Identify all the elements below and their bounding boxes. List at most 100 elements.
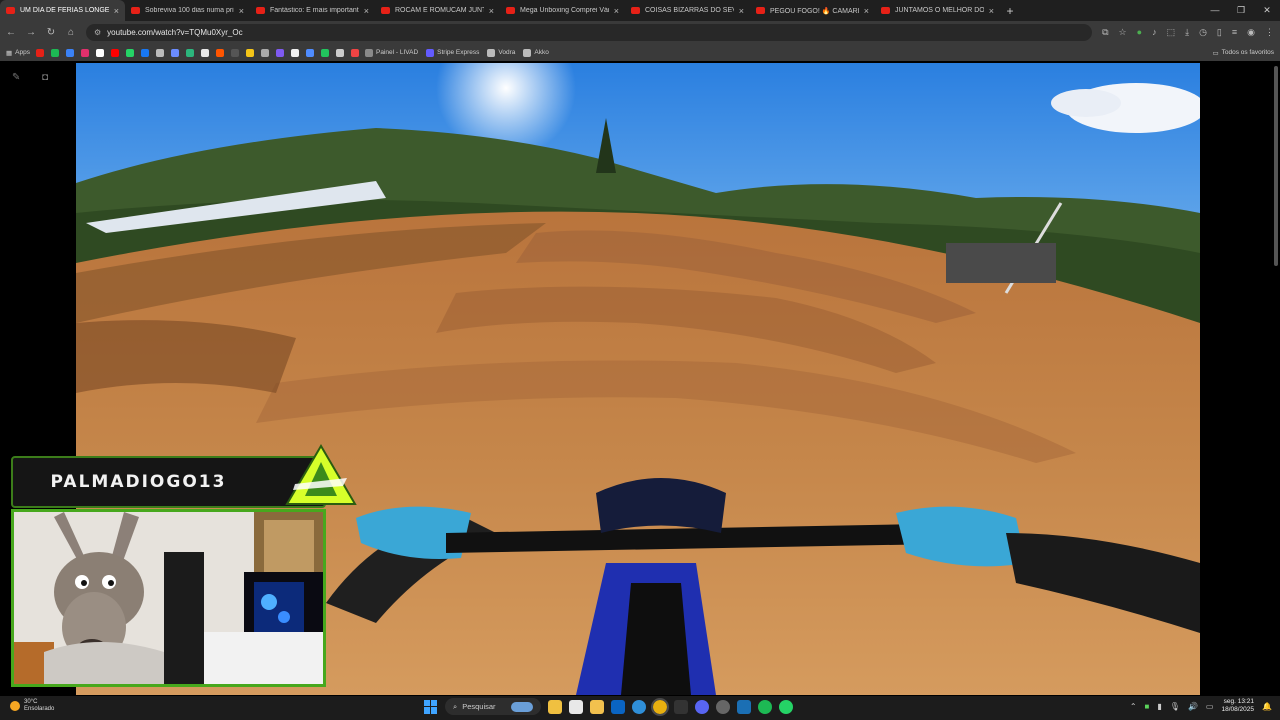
bookmark-favicon-icon[interactable] bbox=[50, 48, 59, 57]
weather-temp: 30°C bbox=[24, 699, 38, 705]
usb-icon[interactable]: ▮ bbox=[1157, 702, 1161, 711]
minimize-icon[interactable]: — bbox=[1202, 0, 1228, 21]
bookmark-item[interactable]: Stripe Express bbox=[426, 48, 479, 57]
close-icon[interactable]: ✕ bbox=[1254, 0, 1280, 21]
youtube-icon bbox=[131, 7, 140, 14]
bookmark-favicon-icon[interactable] bbox=[155, 48, 164, 57]
tab-close-icon[interactable]: × bbox=[489, 6, 494, 16]
clock[interactable]: seg. 13:21 18/08/2025 bbox=[1221, 698, 1254, 714]
reload-icon[interactable]: ↻ bbox=[46, 27, 56, 38]
magic-wand-icon[interactable]: ✎ bbox=[12, 72, 20, 83]
browser-tab[interactable]: Fantástico: É mais importante × bbox=[250, 0, 375, 21]
forward-icon[interactable]: → bbox=[26, 27, 36, 38]
all-favorites-bookmark[interactable]: ▭ Todos os favoritos bbox=[1212, 49, 1274, 57]
install-app-icon[interactable]: ⧉ bbox=[1102, 27, 1108, 38]
bookmark-favicon-icon[interactable] bbox=[275, 48, 284, 57]
extensions-icon[interactable]: ⬚ bbox=[1167, 27, 1176, 38]
browser-tab[interactable]: COISAS BIZARRAS DO SEVEN E × bbox=[625, 0, 750, 21]
discord-icon[interactable] bbox=[695, 699, 709, 714]
obs-icon[interactable] bbox=[716, 699, 730, 714]
browser-tab[interactable]: Mega Unboxing Comprei Vários × bbox=[500, 0, 625, 21]
tab-close-icon[interactable]: × bbox=[364, 6, 369, 16]
bookmark-favicon-icon[interactable] bbox=[230, 48, 239, 57]
site-info-icon[interactable]: ⚙ bbox=[94, 28, 101, 37]
file-explorer-icon[interactable] bbox=[590, 699, 604, 714]
bookmark-favicon-icon[interactable] bbox=[245, 48, 254, 57]
edge-icon[interactable] bbox=[632, 699, 646, 714]
split-icon[interactable]: ▯ bbox=[1217, 27, 1222, 38]
bookmark-favicon-icon[interactable] bbox=[110, 48, 119, 57]
whatsapp-icon[interactable] bbox=[779, 699, 793, 714]
bookmark-favicon-icon[interactable] bbox=[320, 48, 329, 57]
bookmark-favicon-icon[interactable] bbox=[80, 48, 89, 57]
bookmark-favicon-icon[interactable] bbox=[65, 48, 74, 57]
mic-icon[interactable]: 🎙 bbox=[1170, 702, 1180, 711]
bookmark-favicon-icon[interactable] bbox=[170, 48, 179, 57]
bookmark-favicon-icon[interactable] bbox=[290, 48, 299, 57]
grid-icon: ▦ bbox=[6, 49, 13, 57]
youtube-icon bbox=[506, 7, 515, 14]
outlook-icon[interactable] bbox=[611, 699, 625, 714]
browser-tab[interactable]: PEGOU FOGO! 🔥 CAMARIM × bbox=[750, 0, 875, 21]
bookmark-favicon-icon[interactable] bbox=[305, 48, 314, 57]
bookmark-favicon-icon[interactable] bbox=[215, 48, 224, 57]
chevron-up-icon[interactable]: ⌃ bbox=[1130, 702, 1137, 711]
tab-close-icon[interactable]: × bbox=[989, 6, 994, 16]
steam-icon[interactable] bbox=[737, 699, 751, 714]
apps-bookmark[interactable]: ▦ Apps bbox=[6, 49, 30, 57]
search-icon: ⌕ bbox=[453, 701, 458, 711]
reader-icon[interactable]: ≡ bbox=[1232, 27, 1237, 38]
downloads-icon[interactable]: ⤓ bbox=[1185, 27, 1189, 38]
browser-tab[interactable]: JUNTAMOS O MELHOR DO BO × bbox=[875, 0, 1000, 21]
taskbar-search[interactable]: ⌕ Pesquisar bbox=[445, 698, 541, 715]
maximize-icon[interactable]: ❐ bbox=[1228, 0, 1254, 21]
tray-app-icon[interactable]: ■ bbox=[1145, 702, 1150, 711]
bookmark-favicon-icon[interactable] bbox=[185, 48, 194, 57]
notification-icon[interactable]: 🔔 bbox=[1262, 702, 1272, 711]
new-tab-button[interactable]: + bbox=[1000, 4, 1020, 18]
weather-widget[interactable]: 30°C Ensolarado bbox=[10, 699, 54, 713]
browser-tab[interactable]: ROCAM E ROMUCAM JUNTAS × bbox=[375, 0, 500, 21]
bookmark-favicon-icon[interactable] bbox=[200, 48, 209, 57]
tab-close-icon[interactable]: × bbox=[864, 6, 869, 16]
capcut-icon[interactable] bbox=[674, 699, 688, 714]
tab-close-icon[interactable]: × bbox=[114, 6, 119, 16]
bookmark-favicon-icon[interactable] bbox=[35, 48, 44, 57]
bookmark-item[interactable]: Akko bbox=[523, 48, 549, 57]
bookmark-favicon-icon[interactable] bbox=[260, 48, 269, 57]
profile-avatar[interactable]: ◉ bbox=[1247, 27, 1255, 38]
tab-close-icon[interactable]: × bbox=[739, 6, 744, 16]
tab-title: PEGOU FOGO! 🔥 CAMARIM bbox=[770, 7, 859, 15]
volume-icon[interactable]: 🔊 bbox=[1188, 702, 1198, 711]
widgets-icon[interactable] bbox=[548, 699, 562, 714]
bookmark-favicon-icon[interactable] bbox=[95, 48, 104, 57]
task-view-icon[interactable] bbox=[569, 699, 583, 714]
start-button[interactable] bbox=[424, 699, 438, 714]
browser-tab[interactable]: UM DIA DE FERIAS LONGE × bbox=[0, 0, 125, 21]
history-icon[interactable]: ◷ bbox=[1199, 27, 1207, 38]
address-bar[interactable]: ⚙ youtube.com/watch?v=TQMu0Xyr_Oc bbox=[86, 24, 1093, 41]
search-highlight-icon bbox=[511, 701, 533, 712]
bookmark-favicon-icon[interactable] bbox=[125, 48, 134, 57]
bookmark-star-icon[interactable]: ☆ bbox=[1119, 27, 1127, 38]
menu-icon[interactable]: ⋮ bbox=[1265, 27, 1274, 38]
home-icon[interactable]: ⌂ bbox=[66, 27, 76, 38]
scrollbar[interactable] bbox=[1274, 66, 1278, 266]
bookmark-favicon-icon[interactable] bbox=[140, 48, 149, 57]
bookmark-favicon-icon[interactable] bbox=[335, 48, 344, 57]
extension-green-icon[interactable]: ● bbox=[1137, 27, 1142, 38]
tab-close-icon[interactable]: × bbox=[614, 6, 619, 16]
browser-tab[interactable]: Sobreviva 100 dias numa prisão × bbox=[125, 0, 250, 21]
bookmark-item[interactable]: Painel - LIVAD bbox=[364, 48, 418, 57]
chrome-icon[interactable] bbox=[651, 697, 669, 716]
tab-close-icon[interactable]: × bbox=[239, 6, 244, 16]
bookmark-favicon-icon bbox=[523, 48, 532, 57]
network-icon[interactable]: ▭ bbox=[1206, 702, 1214, 711]
back-icon[interactable]: ← bbox=[6, 27, 16, 38]
bookmark-favicon-icon[interactable] bbox=[350, 48, 359, 57]
media-icon[interactable]: ♪ bbox=[1152, 27, 1157, 38]
bookmark-item[interactable]: Vodra bbox=[487, 48, 515, 57]
camera-icon[interactable]: ◘ bbox=[42, 72, 48, 83]
spotify-icon[interactable] bbox=[758, 699, 772, 714]
tab-list: UM DIA DE FERIAS LONGE × Sobreviva 100 dia… bbox=[0, 0, 1000, 21]
